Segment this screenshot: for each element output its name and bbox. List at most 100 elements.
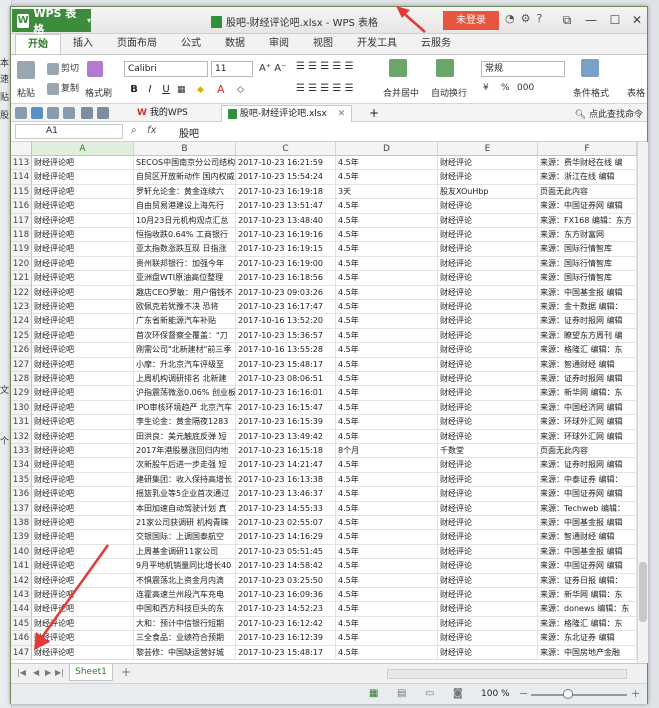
- cell-f[interactable]: 来源：中国基金报 编辑: [538, 544, 637, 560]
- cell-e[interactable]: 财经评论: [438, 400, 538, 416]
- column-header-e[interactable]: E: [438, 142, 538, 156]
- cell-a[interactable]: 财经评论吧: [32, 256, 134, 272]
- font-size-select[interactable]: 11: [211, 61, 253, 77]
- row-header[interactable]: 135: [11, 472, 32, 488]
- cell-c[interactable]: 2017-10-23 02:55:07: [236, 516, 336, 531]
- cell-b[interactable]: 黎芸修：中国缺运营好城: [134, 645, 236, 660]
- prev-sheet-icon[interactable]: ◀: [33, 668, 39, 677]
- cell-c[interactable]: 2017-10-23 16:19:18: [236, 184, 336, 200]
- cell-e[interactable]: 财经评论: [438, 516, 538, 531]
- cell-c[interactable]: 2017-10-23 15:48:17: [236, 357, 336, 372]
- clear-icon[interactable]: ◇: [237, 85, 244, 95]
- tab-home[interactable]: 开始: [15, 34, 61, 54]
- row-header[interactable]: 133: [11, 444, 32, 459]
- cell-d[interactable]: 4.5年: [336, 314, 438, 329]
- cell-b[interactable]: 趣店CEO罗敏：用户借钱不: [134, 285, 236, 300]
- row-header[interactable]: 124: [11, 314, 32, 329]
- cell-c[interactable]: 2017-10-23 16:19:00: [236, 256, 336, 272]
- cell-e[interactable]: 财经评论: [438, 242, 538, 257]
- tab-developer[interactable]: 开发工具: [345, 34, 409, 54]
- cell-b[interactable]: 上周机构调研排名 北新建: [134, 372, 236, 387]
- row-header[interactable]: 120: [11, 256, 32, 272]
- cell-b[interactable]: 建研集团：收入保持高增长: [134, 472, 236, 488]
- tab-data[interactable]: 数据: [213, 34, 257, 54]
- cell-d[interactable]: 4.5年: [336, 256, 438, 272]
- cell-e[interactable]: 财经评论: [438, 616, 538, 632]
- cell-f[interactable]: 来源：智通财经 编辑: [538, 357, 637, 372]
- cell-a[interactable]: 财经评论吧: [32, 242, 134, 257]
- cell-f[interactable]: 来源：中国房地产金融: [538, 645, 637, 660]
- cell-f[interactable]: 来源：中国证券网 编辑: [538, 559, 637, 574]
- row-header[interactable]: 119: [11, 242, 32, 257]
- cell-e[interactable]: 财经评论: [438, 199, 538, 214]
- tab-document[interactable]: 股吧-财经评论吧.xlsx ✕: [221, 105, 353, 122]
- cell-a[interactable]: 财经评论吧: [32, 516, 134, 531]
- cell-d[interactable]: 4.5年: [336, 400, 438, 416]
- cell-b[interactable]: 自由贸易港建设上海先行: [134, 199, 236, 214]
- row-header[interactable]: 117: [11, 213, 32, 228]
- cell-c[interactable]: 2017-10-23 16:15:47: [236, 400, 336, 416]
- cell-c[interactable]: 2017-10-23 13:48:40: [236, 213, 336, 228]
- font-color-icon[interactable]: A: [217, 83, 225, 96]
- cell-c[interactable]: 2017-10-23 16:18:56: [236, 271, 336, 286]
- next-sheet-icon[interactable]: ▶: [45, 668, 51, 677]
- cell-d[interactable]: 4.5年: [336, 602, 438, 617]
- cell-f[interactable]: 来源：中国基金报 编辑: [538, 285, 637, 300]
- cell-c[interactable]: 2017-10-23 14:21:47: [236, 458, 336, 473]
- cell-a[interactable]: 财经评论吧: [32, 631, 134, 646]
- name-box[interactable]: A1: [15, 124, 123, 139]
- cell-c[interactable]: 2017-10-23 14:58:42: [236, 559, 336, 574]
- cell-e[interactable]: 财经评论: [438, 271, 538, 286]
- cell-a[interactable]: 财经评论吧: [32, 199, 134, 214]
- cell-f[interactable]: 来源：FX168 编辑：东方: [538, 213, 637, 228]
- row-header[interactable]: 140: [11, 544, 32, 560]
- cell-d[interactable]: 4.5年: [336, 328, 438, 344]
- horizontal-scrollbar[interactable]: [387, 669, 627, 679]
- cell-d[interactable]: 4.5年: [336, 285, 438, 300]
- cell-b[interactable]: 小摩：升北京汽车评级至: [134, 357, 236, 372]
- tab-review[interactable]: 审阅: [257, 34, 301, 54]
- cell-d[interactable]: 4.5年: [336, 616, 438, 632]
- cell-b[interactable]: 李生论金：黄金隔夜1283: [134, 415, 236, 430]
- grow-font-icon[interactable]: A⁺ A⁻: [259, 63, 286, 74]
- undo-icon[interactable]: [81, 107, 93, 119]
- align-horizontal-icons[interactable]: ☰ ☰ ☰ ☰ ☰: [296, 83, 354, 94]
- cell-d[interactable]: 4.5年: [336, 516, 438, 531]
- cell-d[interactable]: 4.5年: [336, 458, 438, 473]
- cell-d[interactable]: 4.5年: [336, 386, 438, 401]
- cell-a[interactable]: 财经评论吧: [32, 544, 134, 560]
- cell-a[interactable]: 财经评论吧: [32, 645, 134, 660]
- cell-a[interactable]: 财经评论吧: [32, 559, 134, 574]
- cell-f[interactable]: 来源：瞭望东方周刊 编: [538, 328, 637, 344]
- close-tab-icon[interactable]: ✕: [338, 109, 346, 119]
- cell-e[interactable]: 财经评论: [438, 372, 538, 387]
- row-header[interactable]: 141: [11, 559, 32, 574]
- cell-b[interactable]: 次新股午后进一步走强 短: [134, 458, 236, 473]
- cell-e[interactable]: 股友XOuHbp: [438, 184, 538, 200]
- cell-a[interactable]: 财经评论吧: [32, 429, 134, 444]
- cell-a[interactable]: 财经评论吧: [32, 300, 134, 315]
- cell-e[interactable]: 财经评论: [438, 429, 538, 444]
- fill-color-icon[interactable]: ◆: [197, 85, 204, 95]
- row-header[interactable]: 131: [11, 415, 32, 430]
- cell-f[interactable]: 来源：中国证券网 编辑: [538, 487, 637, 502]
- cell-a[interactable]: 财经评论吧: [32, 386, 134, 401]
- cell-d[interactable]: 4.5年: [336, 544, 438, 560]
- cell-a[interactable]: 财经评论吧: [32, 213, 134, 228]
- last-sheet-icon[interactable]: ▶|: [55, 668, 64, 677]
- column-header-b[interactable]: B: [134, 142, 236, 156]
- row-header[interactable]: 127: [11, 357, 32, 372]
- cell-f[interactable]: 来源：东北证券 编辑: [538, 631, 637, 646]
- cell-c[interactable]: 2017-10-23 08:06:51: [236, 372, 336, 387]
- cell-d[interactable]: 4.5年: [336, 228, 438, 243]
- underline-button[interactable]: U: [159, 83, 173, 97]
- cell-d[interactable]: 4.5年: [336, 559, 438, 574]
- cell-e[interactable]: 财经评论: [438, 487, 538, 502]
- cell-e[interactable]: 财经评论: [438, 314, 538, 329]
- reading-view-icon[interactable]: ◙: [453, 688, 463, 699]
- row-header[interactable]: 125: [11, 328, 32, 344]
- tab-formulas[interactable]: 公式: [169, 34, 213, 54]
- cell-c[interactable]: 2017-10-16 13:52:20: [236, 314, 336, 329]
- cell-a[interactable]: 财经评论吧: [32, 588, 134, 603]
- cell-c[interactable]: 2017-10-23 16:15:18: [236, 444, 336, 459]
